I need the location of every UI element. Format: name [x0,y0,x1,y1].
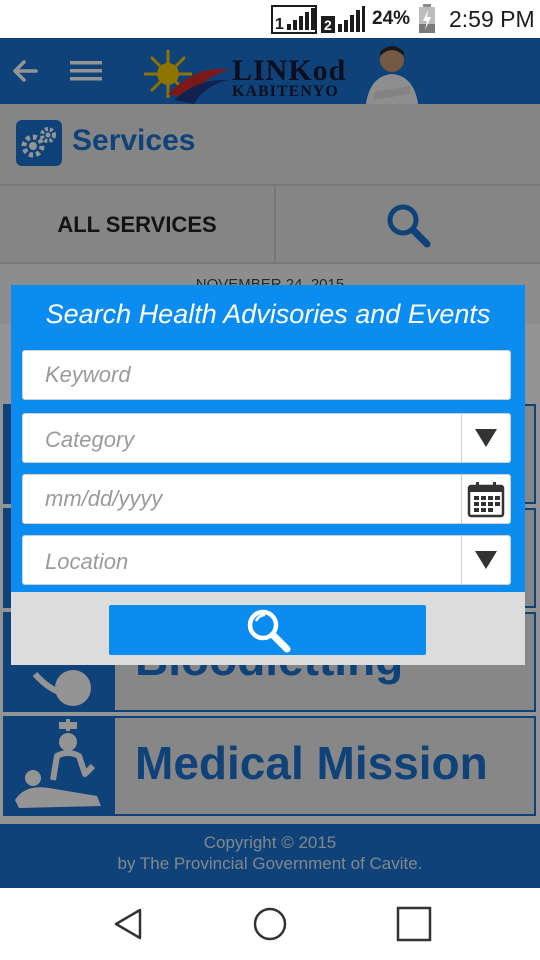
sim1-signal-icon: 1 [271,5,317,34]
search-dialog: Search Health Advisories and Events Cate… [11,285,525,665]
dropdown-arrow-icon [475,429,497,447]
nav-back-icon[interactable] [108,906,148,942]
location-placeholder: Location [45,549,129,574]
dialog-action-bar [11,592,525,665]
system-nav-bar [0,888,540,960]
nav-home-icon[interactable] [250,906,290,942]
search-icon [247,609,290,653]
status-bar: 1 2 24% 2:59 PM [0,0,540,38]
calendar-icon [467,482,505,518]
location-dropdown-button[interactable] [461,536,510,584]
category-dropdown-button[interactable] [461,414,510,462]
sim2-signal-icon: 2 [321,6,365,33]
date-picker-button[interactable] [461,475,510,523]
battery-charging-icon [419,4,435,33]
category-select[interactable]: Category [22,413,511,463]
date-input[interactable] [23,475,463,523]
nav-recent-apps-icon[interactable] [394,906,434,942]
category-placeholder: Category [45,427,135,452]
keyword-field [22,350,511,400]
dialog-title: Search Health Advisories and Events [45,299,491,329]
keyword-input[interactable] [23,351,510,399]
date-field [22,474,511,524]
search-submit-button[interactable] [109,605,426,655]
battery-percent: 24% [372,8,411,29]
sim1-label: 1 [275,16,284,33]
clock: 2:59 PM [449,6,535,32]
sim2-label: 2 [324,17,332,33]
location-select[interactable]: Location [22,535,511,585]
dropdown-arrow-icon [475,551,497,569]
